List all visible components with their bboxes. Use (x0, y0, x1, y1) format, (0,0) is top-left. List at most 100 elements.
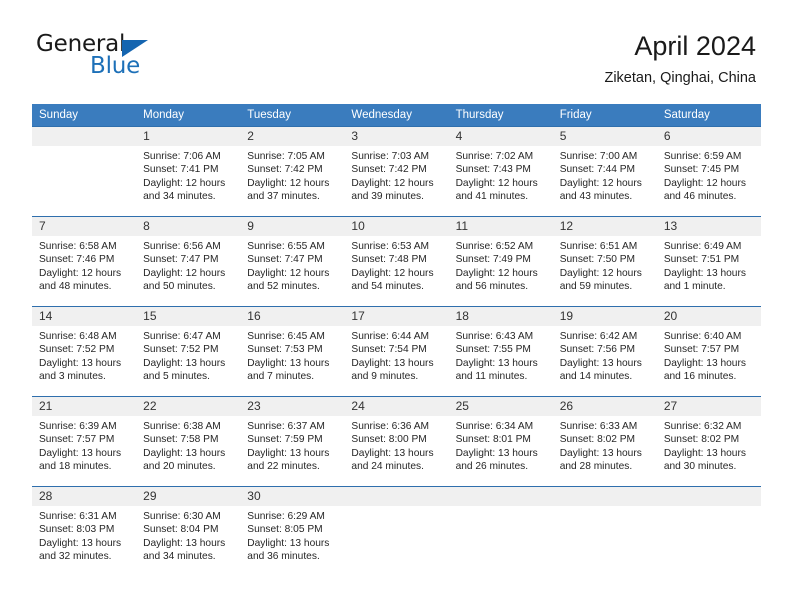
daylight-text: Daylight: 12 hours (559, 267, 642, 279)
day-cell[interactable]: 25 Sunrise: 6:34 AM Sunset: 8:01 PM Dayligh… (448, 396, 553, 486)
sunrise-text: Sunrise: 6:56 AM (143, 241, 221, 252)
day-cell[interactable]: 21 Sunrise: 6:39 AM Sunset: 7:57 PM Dayligh… (32, 396, 137, 486)
calendar-cell: 22 Sunrise: 6:38 AM Sunset: 7:58 PM Dayligh… (136, 396, 241, 486)
calendar-cell: 10 Sunrise: 6:53 AM Sunset: 7:48 PM Dayligh… (344, 216, 449, 306)
day-number: 24 (344, 397, 449, 416)
sunrise-text: Sunrise: 6:47 AM (143, 331, 221, 342)
sunrise-text: Sunrise: 7:05 AM (247, 151, 325, 162)
calendar-week-row: 21 Sunrise: 6:39 AM Sunset: 7:57 PM Dayligh… (32, 396, 761, 486)
daylight-text: and 1 minute. (663, 281, 726, 293)
day-cell[interactable]: 13 Sunrise: 6:49 AM Sunset: 7:51 PM Dayligh… (656, 216, 761, 306)
day-details: Sunrise: 6:39 AM Sunset: 7:57 PM Daylight:… (32, 416, 136, 474)
sunrise-text: Sunrise: 6:59 AM (663, 151, 742, 162)
day-cell[interactable]: 12 Sunrise: 6:51 AM Sunset: 7:50 PM Dayligh… (552, 216, 657, 306)
day-cell[interactable]: 16 Sunrise: 6:45 AM Sunset: 7:53 PM Dayligh… (240, 306, 345, 396)
day-number: 27 (656, 397, 761, 416)
calendar-cell: 24 Sunrise: 6:36 AM Sunset: 8:00 PM Dayligh… (344, 396, 449, 486)
daylight-text: and 46 minutes. (663, 191, 737, 203)
day-details: Sunrise: 6:58 AM Sunset: 7:46 PM Daylight:… (32, 236, 136, 294)
day-cell[interactable]: 30 Sunrise: 6:29 AM Sunset: 8:05 PM Dayligh… (240, 486, 345, 576)
daylight-text: Daylight: 12 hours (247, 177, 330, 189)
day-cell[interactable]: 22 Sunrise: 6:38 AM Sunset: 7:58 PM Dayligh… (136, 396, 241, 486)
daylight-text: Daylight: 12 hours (143, 267, 226, 279)
day-details: Sunrise: 6:51 AM Sunset: 7:50 PM Daylight:… (553, 236, 657, 294)
sunrise-text: Sunrise: 6:36 AM (351, 421, 430, 432)
day-number: 11 (448, 217, 553, 236)
calendar-cell: 21 Sunrise: 6:39 AM Sunset: 7:57 PM Dayligh… (32, 396, 137, 486)
day-number: 26 (552, 397, 657, 416)
day-cell[interactable]: 7 Sunrise: 6:58 AM Sunset: 7:46 PM Daylight… (32, 216, 137, 306)
day-details: Sunrise: 6:36 AM Sunset: 8:00 PM Daylight:… (344, 416, 448, 474)
day-number: 18 (448, 307, 553, 326)
calendar-week-row: 28 Sunrise: 6:31 AM Sunset: 8:03 PM Dayligh… (32, 486, 761, 576)
day-details: Sunrise: 6:44 AM Sunset: 7:54 PM Daylight:… (344, 326, 448, 384)
day-cell[interactable]: 23 Sunrise: 6:37 AM Sunset: 7:59 PM Dayligh… (240, 396, 345, 486)
daylight-text: and 50 minutes. (143, 281, 216, 293)
day-details: Sunrise: 6:48 AM Sunset: 7:52 PM Daylight:… (32, 326, 136, 384)
day-cell[interactable]: 3 Sunrise: 7:03 AM Sunset: 7:42 PM Daylight… (344, 126, 449, 216)
calendar-cell: 20 Sunrise: 6:40 AM Sunset: 7:57 PM Dayligh… (656, 306, 761, 396)
day-details: Sunrise: 6:42 AM Sunset: 7:56 PM Daylight:… (553, 326, 657, 384)
day-cell[interactable]: 24 Sunrise: 6:36 AM Sunset: 8:00 PM Dayligh… (344, 396, 449, 486)
day-cell[interactable]: 4 Sunrise: 7:02 AM Sunset: 7:43 PM Daylight… (448, 126, 553, 216)
sunrise-text: Sunrise: 6:32 AM (663, 421, 742, 432)
daylight-text: and 54 minutes. (351, 281, 424, 293)
day-cell[interactable]: 27 Sunrise: 6:32 AM Sunset: 8:02 PM Dayligh… (656, 396, 761, 486)
day-cell[interactable]: 26 Sunrise: 6:33 AM Sunset: 8:02 PM Dayligh… (552, 396, 657, 486)
day-number: 30 (240, 487, 345, 506)
daylight-text: Daylight: 12 hours (143, 177, 226, 189)
sunset-text: Sunset: 7:55 PM (455, 344, 531, 356)
empty-day-cell (344, 486, 449, 576)
daylight-text: Daylight: 13 hours (247, 357, 330, 369)
day-number: 28 (32, 487, 137, 506)
day-cell[interactable]: 19 Sunrise: 6:42 AM Sunset: 7:56 PM Dayligh… (552, 306, 657, 396)
day-cell[interactable]: 9 Sunrise: 6:55 AM Sunset: 7:47 PM Daylight… (240, 216, 345, 306)
day-number: 21 (32, 397, 137, 416)
general-blue-logo[interactable]: General Blue (36, 33, 256, 83)
day-cell[interactable]: 5 Sunrise: 7:00 AM Sunset: 7:44 PM Daylight… (552, 126, 657, 216)
sunset-text: Sunset: 7:47 PM (247, 254, 323, 266)
day-number: 10 (344, 217, 449, 236)
day-cell[interactable]: 15 Sunrise: 6:47 AM Sunset: 7:52 PM Dayligh… (136, 306, 241, 396)
calendar-body: 1 Sunrise: 7:06 AM Sunset: 7:41 PM Daylight… (32, 126, 761, 576)
day-number: 4 (448, 127, 553, 146)
day-cell[interactable]: 10 Sunrise: 6:53 AM Sunset: 7:48 PM Dayligh… (344, 216, 449, 306)
daylight-text: Daylight: 12 hours (39, 267, 122, 279)
daylight-text: Daylight: 13 hours (143, 357, 226, 369)
sunset-text: Sunset: 8:02 PM (663, 434, 740, 446)
day-number: 19 (552, 307, 657, 326)
daylight-text: Daylight: 12 hours (351, 267, 434, 279)
empty-day-cell (552, 486, 657, 576)
calendar-week-row: 7 Sunrise: 6:58 AM Sunset: 7:46 PM Daylight… (32, 216, 761, 306)
sunrise-text: Sunrise: 6:48 AM (39, 331, 117, 342)
daylight-text: Daylight: 13 hours (455, 357, 538, 369)
day-cell[interactable]: 20 Sunrise: 6:40 AM Sunset: 7:57 PM Dayligh… (656, 306, 761, 396)
empty-day-cell (656, 486, 761, 576)
day-details: Sunrise: 6:34 AM Sunset: 8:01 PM Daylight:… (449, 416, 553, 474)
weekday-header-monday: Monday (136, 104, 241, 126)
day-cell[interactable]: 8 Sunrise: 6:56 AM Sunset: 7:47 PM Daylight… (136, 216, 241, 306)
day-cell[interactable]: 29 Sunrise: 6:30 AM Sunset: 8:04 PM Dayligh… (136, 486, 241, 576)
day-cell[interactable]: 28 Sunrise: 6:31 AM Sunset: 8:03 PM Dayligh… (32, 486, 137, 576)
day-details: Sunrise: 6:49 AM Sunset: 7:51 PM Daylight:… (657, 236, 761, 294)
calendar-cell: 6 Sunrise: 6:59 AM Sunset: 7:45 PM Daylight… (656, 126, 761, 216)
sunrise-text: Sunrise: 6:29 AM (247, 511, 325, 522)
day-cell[interactable]: 14 Sunrise: 6:48 AM Sunset: 7:52 PM Dayligh… (32, 306, 137, 396)
daylight-text: and 28 minutes. (559, 461, 633, 473)
day-number: 8 (136, 217, 241, 236)
sunset-text: Sunset: 7:46 PM (39, 254, 115, 266)
daylight-text: Daylight: 13 hours (559, 447, 642, 459)
weekday-header-wednesday: Wednesday (344, 104, 449, 126)
sunrise-text: Sunrise: 6:39 AM (39, 421, 117, 432)
day-cell[interactable]: 11 Sunrise: 6:52 AM Sunset: 7:49 PM Dayligh… (448, 216, 553, 306)
day-cell[interactable]: 2 Sunrise: 7:05 AM Sunset: 7:42 PM Daylight… (240, 126, 345, 216)
sunrise-text: Sunrise: 7:00 AM (559, 151, 638, 162)
day-cell[interactable]: 1 Sunrise: 7:06 AM Sunset: 7:41 PM Daylight… (136, 126, 241, 216)
day-cell[interactable]: 17 Sunrise: 6:44 AM Sunset: 7:54 PM Dayligh… (344, 306, 449, 396)
sunset-text: Sunset: 7:45 PM (663, 164, 740, 176)
day-cell[interactable]: 18 Sunrise: 6:43 AM Sunset: 7:55 PM Dayligh… (448, 306, 553, 396)
daylight-text: Daylight: 13 hours (663, 357, 746, 369)
calendar-cell: 9 Sunrise: 6:55 AM Sunset: 7:47 PM Daylight… (240, 216, 345, 306)
daylight-text: Daylight: 13 hours (247, 537, 330, 549)
day-cell[interactable]: 6 Sunrise: 6:59 AM Sunset: 7:45 PM Daylight… (656, 126, 761, 216)
